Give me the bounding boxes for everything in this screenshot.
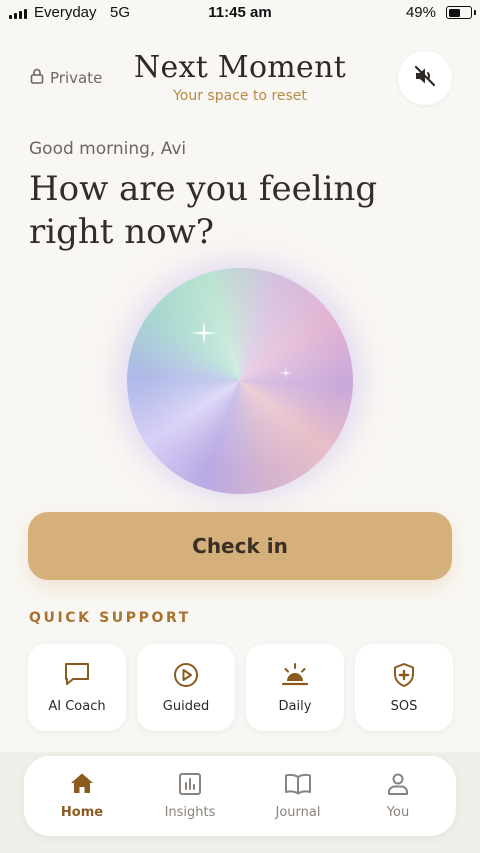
quick-support-label: Guided xyxy=(162,699,210,714)
tab-home[interactable]: Home xyxy=(28,756,136,836)
battery-fill xyxy=(448,8,461,17)
speaker-muted-icon xyxy=(413,65,437,91)
shield-plus-icon xyxy=(355,662,453,688)
quick-support-label: SOS xyxy=(390,699,418,714)
battery-cap xyxy=(474,10,476,15)
sunrise-icon xyxy=(246,662,344,688)
greeting: Good morning, Avi xyxy=(29,139,187,159)
quick-support-label: AI Coach xyxy=(48,699,106,714)
quick-support-heading: QUICK SUPPORT xyxy=(29,610,191,626)
home-icon xyxy=(28,772,136,794)
tab-label: Home xyxy=(60,805,104,820)
battery-percent: 49% xyxy=(405,4,436,21)
tab-you[interactable]: You xyxy=(344,756,452,836)
play-circle-icon xyxy=(137,662,235,688)
quick-support-daily[interactable]: Daily xyxy=(246,644,344,731)
quick-support-ai-coach[interactable]: AI Coach xyxy=(28,644,126,731)
sparkle-icon xyxy=(280,367,292,379)
battery-icon xyxy=(446,6,472,19)
bar-chart-icon xyxy=(136,772,244,796)
quick-support-sos[interactable]: SOS xyxy=(355,644,453,731)
check-in-button[interactable]: Check in xyxy=(28,512,452,580)
mute-button[interactable] xyxy=(398,51,452,105)
chat-bubble-icon xyxy=(28,662,126,686)
tab-insights[interactable]: Insights xyxy=(136,756,244,836)
tab-label: You xyxy=(386,805,410,820)
mood-orb[interactable] xyxy=(127,268,353,494)
bottom-tab-bar: Home Insights Journal You xyxy=(24,756,456,836)
tab-label: Journal xyxy=(275,805,321,820)
quick-support-guided[interactable]: Guided xyxy=(137,644,235,731)
quick-support-label: Daily xyxy=(278,699,312,714)
sparkle-icon xyxy=(191,320,217,346)
status-bar: Everyday 5G 11:45 am 49% xyxy=(0,0,480,28)
tab-journal[interactable]: Journal xyxy=(244,756,352,836)
person-icon xyxy=(344,772,452,796)
feeling-prompt: How are you feeling right now? xyxy=(29,169,378,252)
tab-label: Insights xyxy=(164,805,216,820)
book-icon xyxy=(244,772,352,796)
